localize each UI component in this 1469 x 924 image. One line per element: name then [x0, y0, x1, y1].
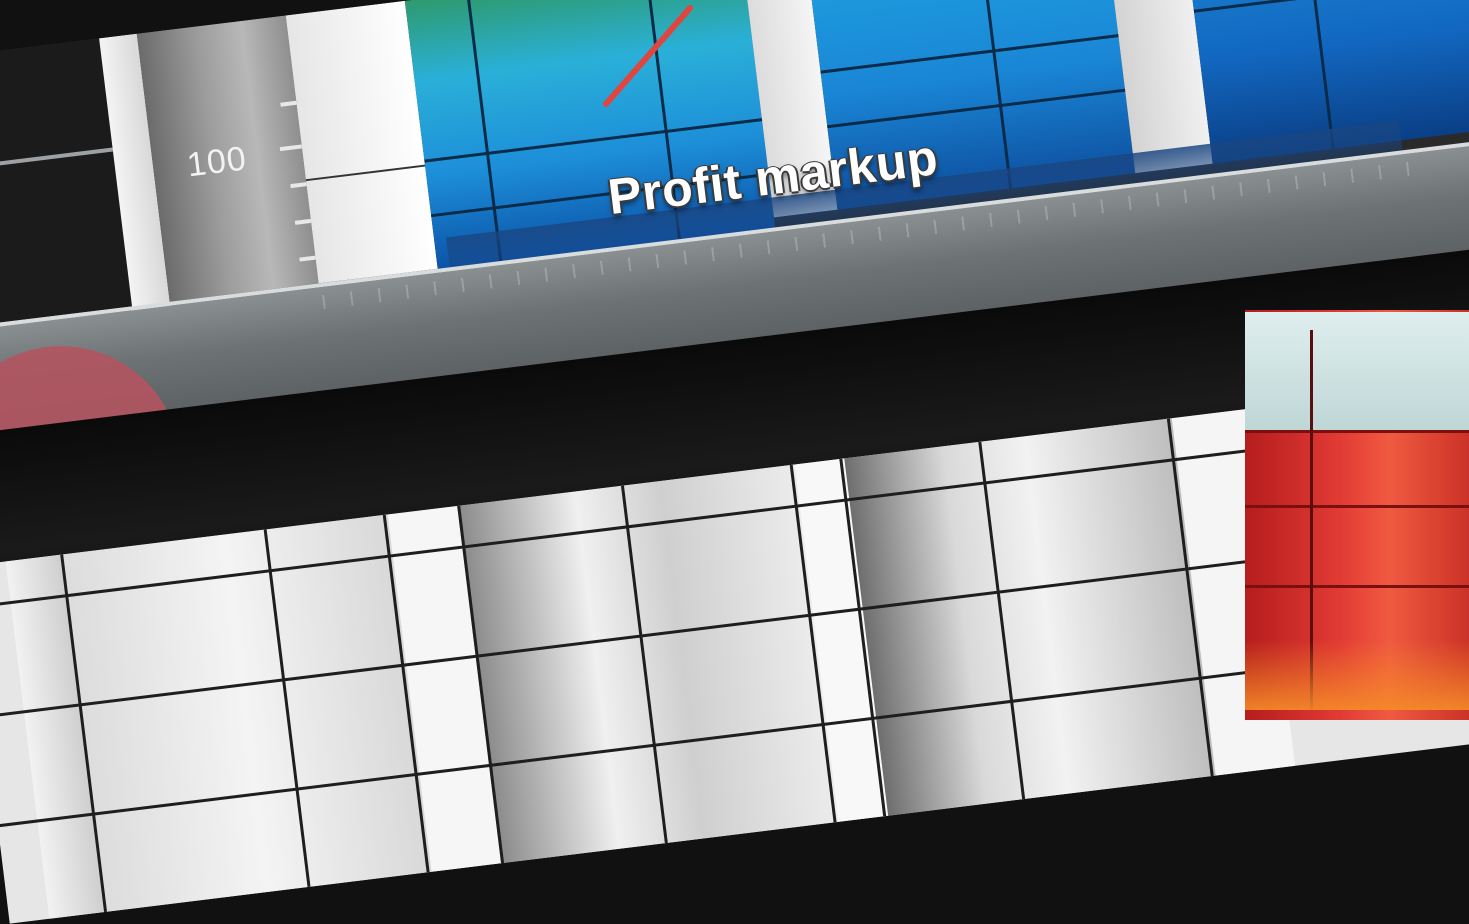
bar-glow [1245, 640, 1469, 710]
y-axis-tick-label: 100 [184, 139, 249, 185]
bar-background [1245, 312, 1469, 432]
grid-column [457, 464, 844, 903]
grid-column [844, 418, 1221, 856]
grid-line [1245, 585, 1469, 588]
grid-column [60, 514, 437, 924]
grid-line [1245, 430, 1469, 433]
grid-line [1245, 505, 1469, 508]
